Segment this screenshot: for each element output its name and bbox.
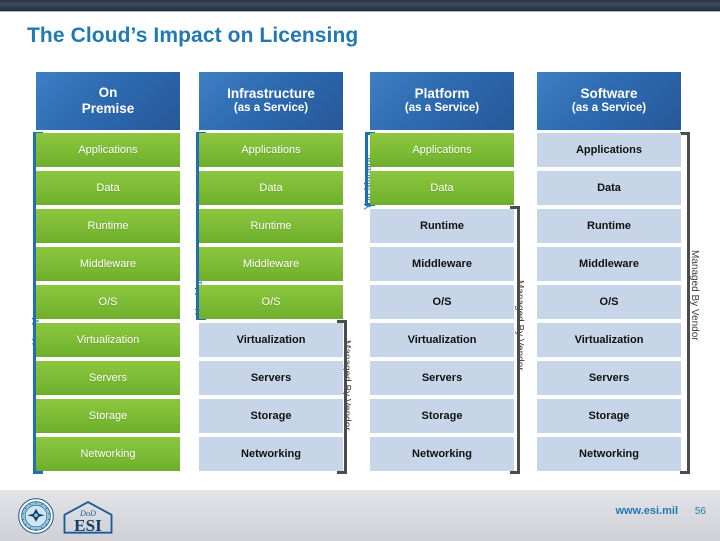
layer-cell-networking[interactable]: Networking	[199, 437, 343, 471]
layer-cell-os[interactable]: O/S	[199, 285, 343, 319]
column-software-as-a-service: Software (as a Service) Applications Dat…	[537, 72, 681, 475]
layer-cell-virtualization[interactable]: Virtualization	[370, 323, 514, 357]
layer-cell-applications[interactable]: Applications	[537, 133, 681, 167]
layer-cell-storage[interactable]: Storage	[370, 399, 514, 433]
page-number: 56	[694, 506, 706, 517]
layer-cell-runtime[interactable]: Runtime	[537, 209, 681, 243]
column-infrastructure-as-a-service: Infrastructure (as a Service) Applicatio…	[199, 72, 343, 475]
column-header-software: Software (as a Service)	[537, 72, 681, 130]
column-header-platform: Platform (as a Service)	[370, 72, 514, 130]
column-header-line2: (as a Service)	[571, 102, 647, 115]
layer-cell-data[interactable]: Data	[537, 171, 681, 205]
layer-cell-middleware[interactable]: Middleware	[370, 247, 514, 281]
layer-cell-networking[interactable]: Networking	[537, 437, 681, 471]
column-header-line2: (as a Service)	[233, 102, 309, 115]
layer-cell-os[interactable]: O/S	[537, 285, 681, 319]
layer-cell-data[interactable]: Data	[199, 171, 343, 205]
column-header-line2: (as a Service)	[404, 102, 480, 115]
column-header-line1: Platform	[414, 86, 470, 102]
layer-stack-infrastructure: Applications Data Runtime Middleware O/S…	[199, 133, 343, 471]
column-header-line1: Software	[580, 86, 638, 102]
column-on-premise: On Premise Applications Data Runtime Mid…	[36, 72, 180, 475]
layer-cell-middleware[interactable]: Middleware	[199, 247, 343, 281]
layer-cell-networking[interactable]: Networking	[36, 437, 180, 471]
layer-cell-virtualization[interactable]: Virtualization	[36, 323, 180, 357]
layer-cell-storage[interactable]: Storage	[36, 399, 180, 433]
managed-by-vendor-label-col4: Managed By Vendor	[689, 250, 700, 341]
site-url-text[interactable]: www.esi.mil	[615, 505, 678, 517]
layer-cell-data[interactable]: Data	[370, 171, 514, 205]
column-header-infrastructure: Infrastructure (as a Service)	[199, 72, 343, 130]
layer-cell-applications[interactable]: Applications	[36, 133, 180, 167]
layer-cell-middleware[interactable]: Middleware	[537, 247, 681, 281]
layer-cell-applications[interactable]: Applications	[199, 133, 343, 167]
layer-stack-platform: Applications Data Runtime Middleware O/S…	[370, 133, 514, 471]
layer-cell-storage[interactable]: Storage	[199, 399, 343, 433]
dod-esi-logo-main-text: ESI	[74, 516, 102, 535]
layer-cell-networking[interactable]: Networking	[370, 437, 514, 471]
layer-cell-runtime[interactable]: Runtime	[370, 209, 514, 243]
layer-cell-applications[interactable]: Applications	[370, 133, 514, 167]
layer-cell-servers[interactable]: Servers	[199, 361, 343, 395]
layer-cell-servers[interactable]: Servers	[537, 361, 681, 395]
layer-cell-servers[interactable]: Servers	[36, 361, 180, 395]
layer-cell-servers[interactable]: Servers	[370, 361, 514, 395]
layer-cell-storage[interactable]: Storage	[537, 399, 681, 433]
column-header-line1: Infrastructure	[227, 86, 315, 102]
layer-stack-on-premise: Applications Data Runtime Middleware O/S…	[36, 133, 180, 471]
column-header-line1: On	[98, 85, 118, 101]
layer-cell-os[interactable]: O/S	[36, 285, 180, 319]
cloud-service-models-diagram: You Manage You Manage You Manage Managed…	[0, 0, 720, 490]
managed-by-vendor-bracket-col4	[680, 132, 690, 474]
column-header-line2: Premise	[81, 101, 135, 116]
column-platform-as-a-service: Platform (as a Service) Applications Dat…	[370, 72, 514, 475]
layer-stack-software: Applications Data Runtime Middleware O/S…	[537, 133, 681, 471]
dod-esi-logo: DoD ESI	[63, 501, 113, 535]
layer-cell-runtime[interactable]: Runtime	[36, 209, 180, 243]
layer-cell-os[interactable]: O/S	[370, 285, 514, 319]
slide-footer: DoD ESI www.esi.mil 56	[0, 489, 720, 541]
column-header-on-premise: On Premise	[36, 72, 180, 130]
layer-cell-virtualization[interactable]: Virtualization	[537, 323, 681, 357]
layer-cell-runtime[interactable]: Runtime	[199, 209, 343, 243]
layer-cell-middleware[interactable]: Middleware	[36, 247, 180, 281]
layer-cell-virtualization[interactable]: Virtualization	[199, 323, 343, 357]
dod-seal-logo	[18, 498, 54, 534]
layer-cell-data[interactable]: Data	[36, 171, 180, 205]
